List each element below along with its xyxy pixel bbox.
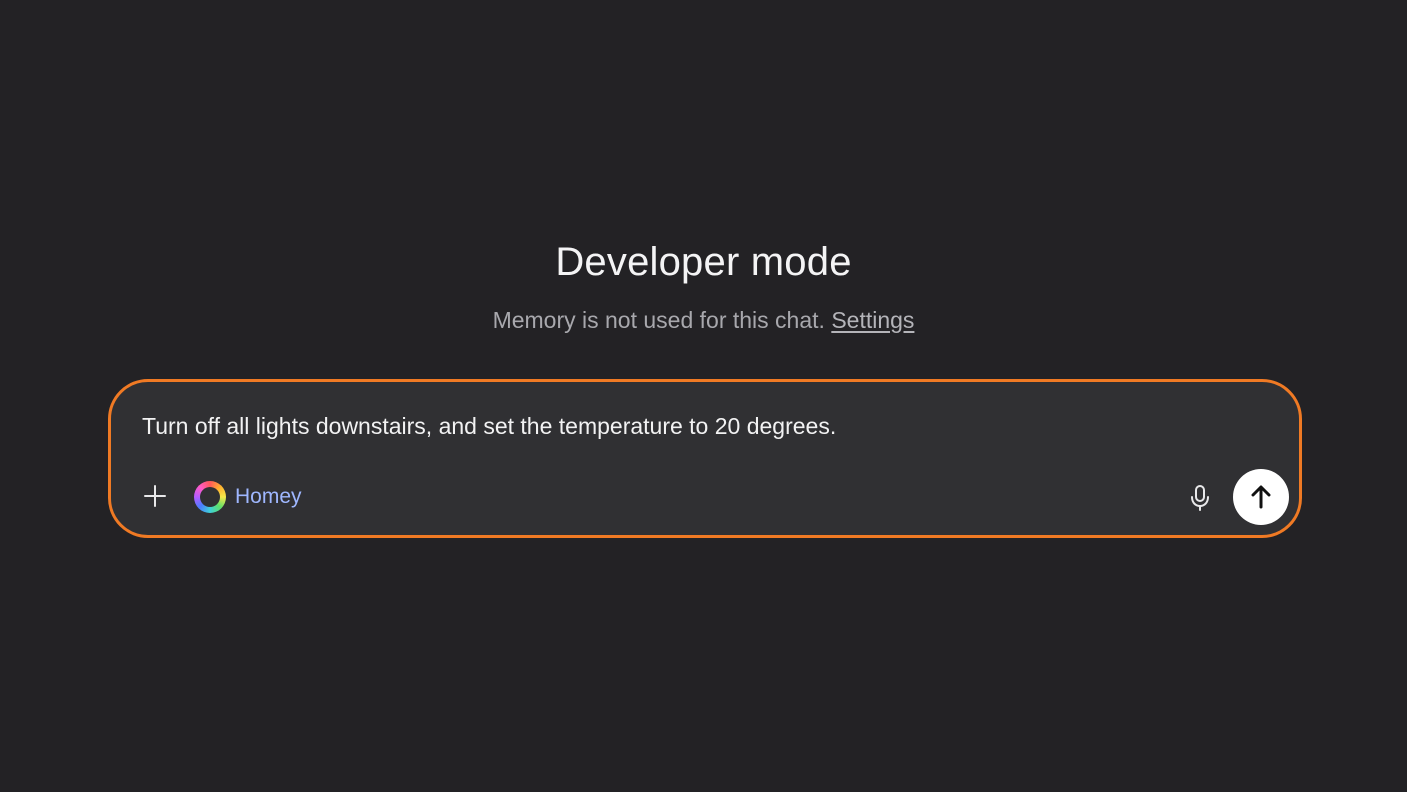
developer-mode-page: Developer mode Memory is not used for th… (0, 0, 1407, 792)
page-title: Developer mode (555, 240, 852, 284)
connector-label: Homey (235, 485, 302, 508)
memory-notice-text: Memory is not used for this chat. (492, 307, 825, 333)
memory-notice: Memory is not used for this chat. Settin… (0, 304, 1407, 336)
add-attachment-button[interactable] (139, 480, 171, 512)
voice-input-button[interactable] (1183, 480, 1217, 516)
homey-logo-icon (194, 481, 226, 513)
send-button[interactable] (1233, 469, 1289, 525)
chat-composer[interactable]: Turn off all lights downstairs, and set … (108, 379, 1302, 538)
prompt-input[interactable]: Turn off all lights downstairs, and set … (142, 410, 1262, 442)
settings-link[interactable]: Settings (831, 307, 914, 333)
arrow-up-icon (1251, 485, 1271, 509)
plus-icon (144, 485, 166, 507)
microphone-icon (1191, 485, 1209, 511)
homey-connector-chip[interactable]: Homey (194, 480, 302, 514)
